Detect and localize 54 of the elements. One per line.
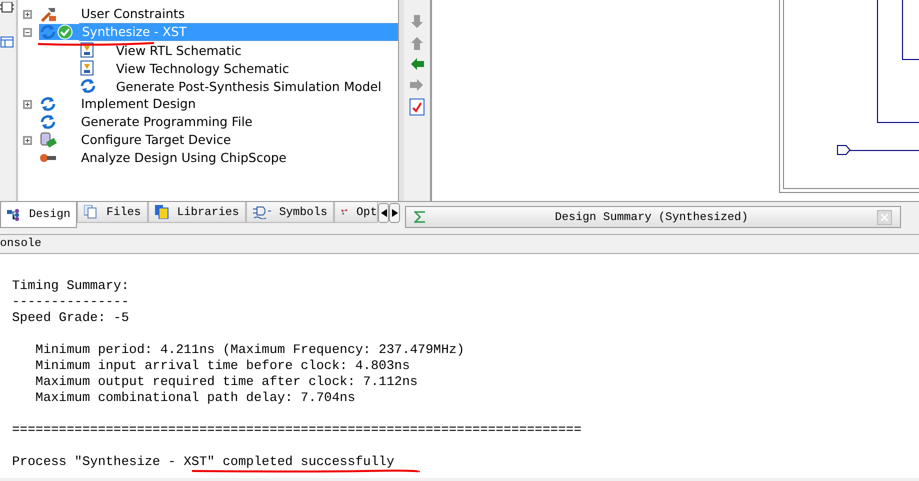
console-line: Minimum input arrival time before clock: 4.803ns <box>34 358 410 373</box>
process-item[interactable]: View RTL Schematic <box>116 42 242 58</box>
device-icon <box>39 132 57 148</box>
process-item[interactable]: User Constraints <box>79 5 398 23</box>
refresh-icon <box>39 114 57 130</box>
left-triangle-icon <box>380 209 387 217</box>
process-item[interactable]: Generate Programming File <box>79 113 398 131</box>
expand-toggle[interactable] <box>23 136 32 144</box>
panel-tab[interactable]: Opt <box>334 202 378 223</box>
hierarchy-icon <box>7 208 21 220</box>
chip-icon <box>0 2 14 14</box>
scroll-right-button[interactable] <box>389 203 400 223</box>
sigma-icon <box>414 211 426 223</box>
document-tab[interactable]: Design Summary (Synthesized) <box>405 206 901 228</box>
refresh-icon <box>79 78 97 94</box>
schematic-icon <box>79 60 95 76</box>
left-arrow-icon <box>409 56 425 72</box>
probe-icon <box>39 152 57 164</box>
console-line: Maximum combinational path delay: 7.704ns <box>34 390 356 405</box>
console-line: Speed Grade: -5 <box>12 310 130 325</box>
collapse-toggle[interactable] <box>23 28 32 36</box>
console-line: ========================================================================= <box>12 422 582 437</box>
process-item[interactable]: Configure Target Device <box>79 131 398 149</box>
right-arrow-icon <box>409 77 425 93</box>
console-title: onsole <box>0 237 42 250</box>
process-item[interactable]: Generate Post-Synthesis Simulation Model <box>116 78 382 94</box>
expand-toggle[interactable] <box>23 10 32 18</box>
table-icon <box>0 36 14 48</box>
process-item[interactable]: Implement Design <box>79 95 398 113</box>
refresh-icon <box>39 24 57 40</box>
console-line: Maximum output required time after clock: 7.112ns <box>34 374 418 389</box>
checklist-icon <box>409 98 425 116</box>
tools-icon <box>39 6 57 22</box>
books-icon <box>154 205 169 219</box>
up-arrow-icon <box>409 35 425 51</box>
console-line: Process "Synthesize - XST" completed successfully <box>12 454 394 469</box>
document-tab-title: Design Summary (Synthesized) <box>554 210 750 224</box>
console-line: Minimum period: 4.211ns (Maximum Frequency: 237.479MHz) <box>34 342 464 357</box>
files-icon <box>84 205 98 219</box>
scroll-left-button[interactable] <box>378 203 390 223</box>
expand-toggle[interactable] <box>23 100 32 108</box>
panel-tab[interactable]: Libraries <box>148 202 246 223</box>
close-icon <box>881 214 888 220</box>
panel-tab[interactable]: Files <box>77 202 148 223</box>
panel-tab[interactable]: Design <box>0 202 78 228</box>
panel-tab[interactable]: Symbols <box>246 202 334 223</box>
process-item[interactable]: Analyze Design Using ChipScope <box>79 149 398 167</box>
refresh-icon <box>39 96 57 112</box>
gate-icon <box>253 205 272 219</box>
right-triangle-icon <box>392 209 398 217</box>
down-arrow-icon <box>409 14 425 30</box>
console-line: Timing Summary: <box>12 278 130 293</box>
console-line: --------------- <box>12 294 130 309</box>
process-item[interactable]: View Technology Schematic <box>116 60 290 76</box>
